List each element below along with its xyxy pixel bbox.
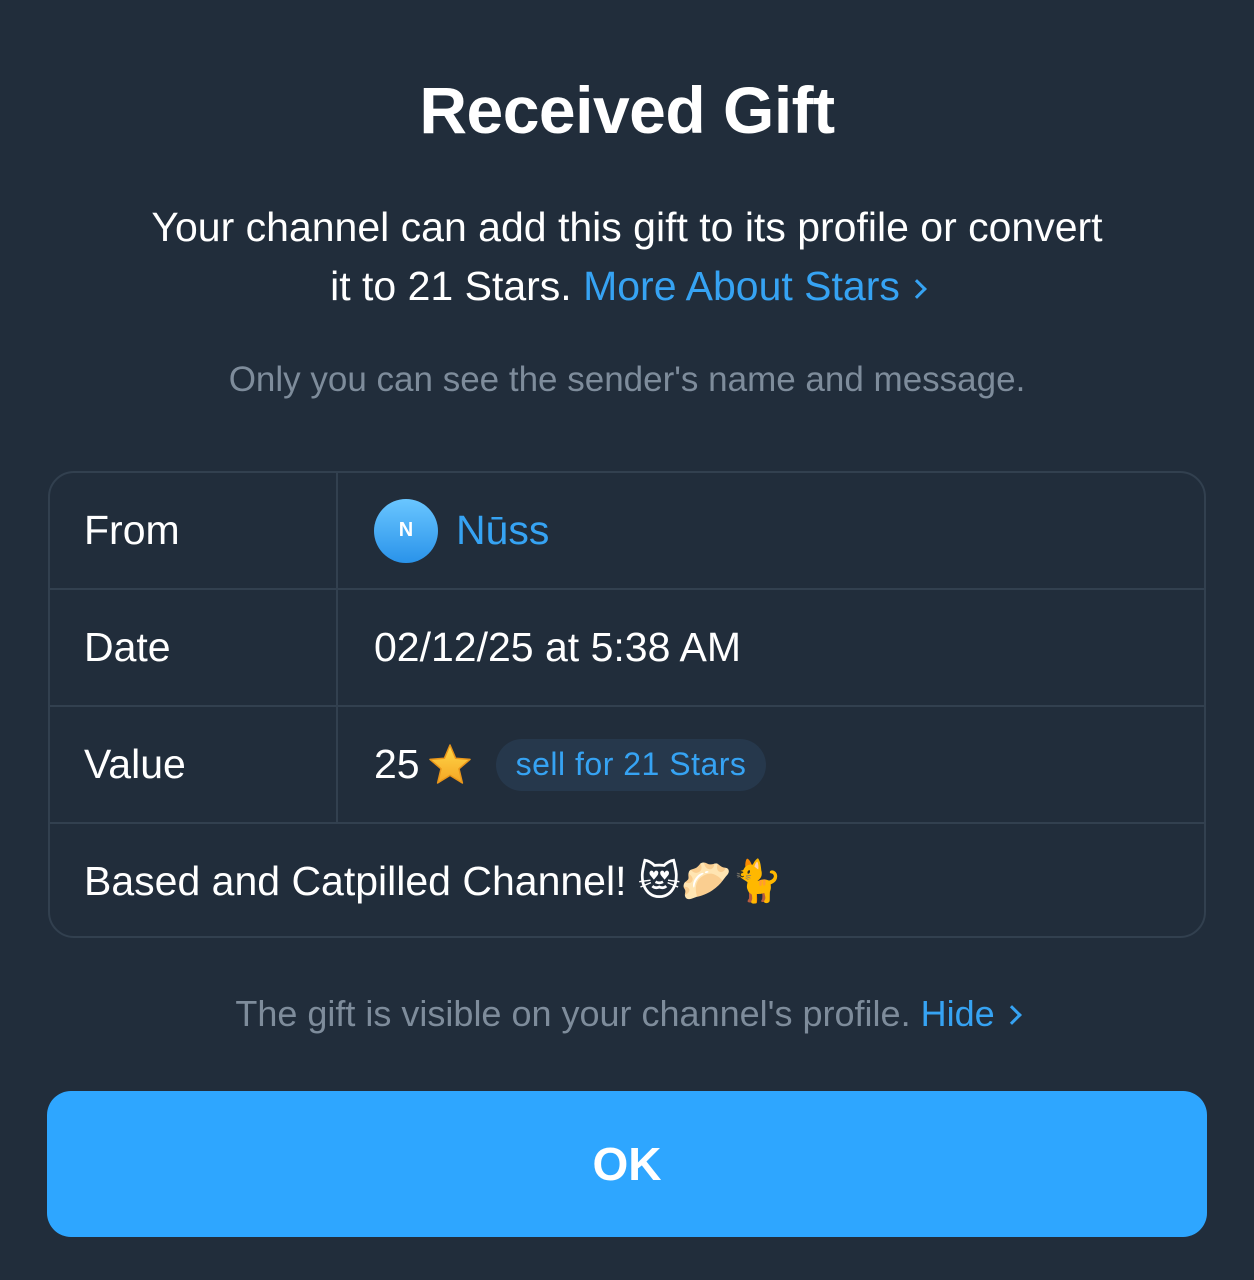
chevron-right-icon xyxy=(906,279,927,299)
gift-details-table: From N Nūss Date 02/12/25 at 5:38 AM Val… xyxy=(48,471,1206,938)
date-row: Date 02/12/25 at 5:38 AM xyxy=(50,590,1204,707)
star-icon xyxy=(428,743,471,784)
received-gift-sheet: Received Gift Your channel can add this … xyxy=(0,0,1254,1280)
dialog-description: Your channel can add this gift to its pr… xyxy=(150,198,1104,316)
hide-link[interactable]: Hide xyxy=(920,993,1022,1034)
date-label: Date xyxy=(50,590,338,705)
visibility-text: The gift is visible on your channel's pr… xyxy=(235,993,911,1034)
date-value: 02/12/25 at 5:38 AM xyxy=(374,624,741,670)
value-label: Value xyxy=(50,707,338,822)
message-row: Based and Catpilled Channel! 😻🥟🐈 xyxy=(50,824,1204,936)
chevron-right-icon xyxy=(1001,1005,1022,1025)
from-row: From N Nūss xyxy=(50,473,1204,590)
dialog-title: Received Gift xyxy=(419,73,835,147)
sender-avatar[interactable]: N xyxy=(374,498,438,563)
value-amount: 25 xyxy=(374,741,420,787)
from-label: From xyxy=(50,473,338,588)
sender-name[interactable]: Nūss xyxy=(456,507,549,554)
privacy-note: Only you can see the sender's name and m… xyxy=(228,360,1026,399)
hide-label: Hide xyxy=(920,993,995,1034)
more-about-stars-label: More About Stars xyxy=(583,263,900,309)
sell-for-stars-button[interactable]: sell for 21 Stars xyxy=(495,738,767,791)
gift-message: Based and Catpilled Channel! 😻🥟🐈 xyxy=(84,857,783,904)
more-about-stars-link[interactable]: More About Stars xyxy=(583,263,927,309)
ok-button[interactable]: OK xyxy=(47,1091,1207,1237)
value-cell: 25 sell for 21 Stars xyxy=(338,707,1204,822)
visibility-note: The gift is visible on your channel's pr… xyxy=(0,993,1254,1035)
value-row: Value 25 sell for 21 Stars xyxy=(50,707,1204,824)
sender[interactable]: N Nūss xyxy=(338,473,1204,588)
